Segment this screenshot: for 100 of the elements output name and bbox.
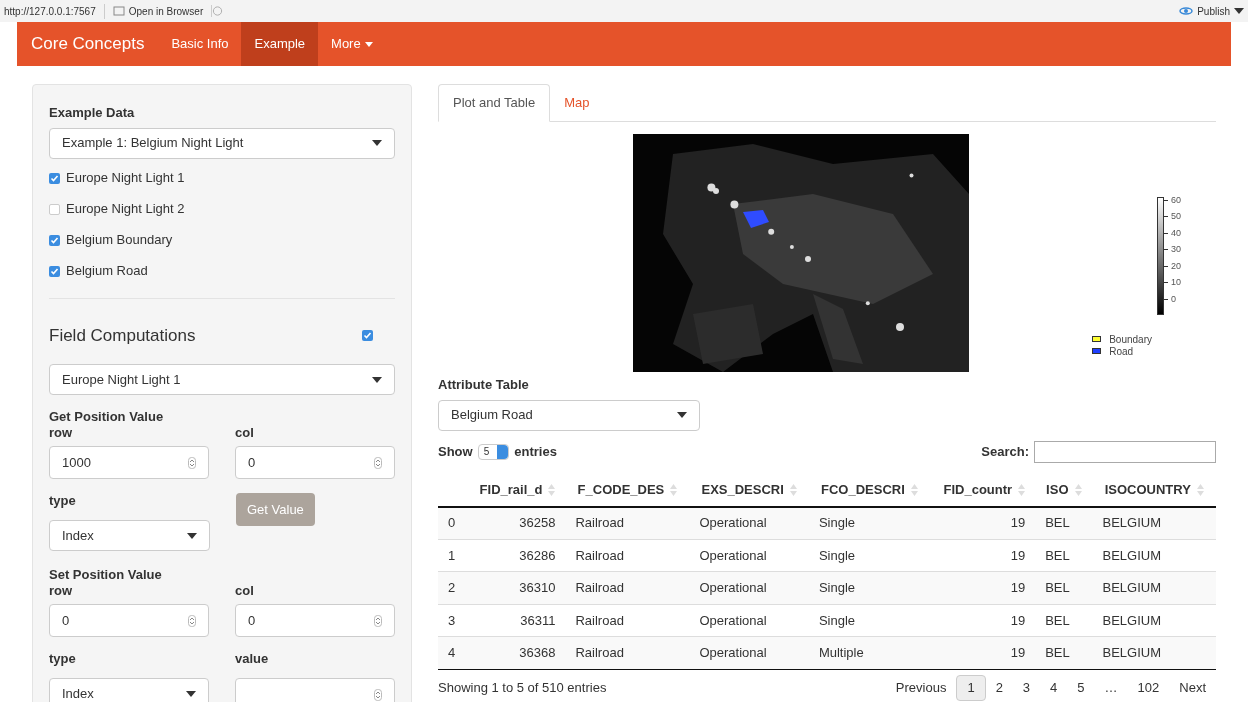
table-row[interactable]: 0 36258 Railroad Operational Single 19 BEL BELGIUM [438,506,1216,539]
table-cell: 0 [438,506,467,539]
publish-icon [1179,6,1194,16]
table-cell: Single [808,539,930,572]
checkbox[interactable] [49,172,60,184]
table-cell: 2 [438,571,467,604]
table-row[interactable]: 4 36368 Railroad Operational Multiple 19 BEL BELGIUM [438,636,1216,669]
caret-icon [1234,8,1244,14]
table-cell: BEL [1035,571,1093,604]
column-header[interactable]: F_CODE_DES [565,474,690,507]
spinner-icon [188,456,196,469]
sort-icon [789,484,797,496]
sort-icon [548,484,556,496]
layer-select[interactable]: Europe Night Light 1 [49,364,395,395]
legend-label: Road [1109,345,1134,359]
column-header[interactable]: FCO_DESCRI [808,474,930,507]
page-button[interactable]: Previous [885,675,957,701]
column-header[interactable]: FID_rail_d [466,474,566,507]
column-header[interactable]: FID_countr [929,474,1036,507]
sort-icon [1196,484,1204,496]
table-cell: Operational [689,539,809,572]
table-cell: BEL [1035,636,1093,669]
number-field[interactable]: 0 [235,446,395,479]
brand-title[interactable]: Core Concepts [17,22,159,66]
caret-icon [677,412,687,418]
url-text: http://127.0.0.1:7567 [4,4,96,19]
spinner-icon [188,614,196,627]
checkbox-label: Europe Night Light 2 [66,200,185,219]
table-cell: 36311 [466,604,566,637]
scale-tick-label: 60 [1171,193,1181,207]
table-cell: 19 [929,506,1036,539]
publish-button[interactable]: Publish [1179,3,1244,19]
search-field[interactable] [1034,440,1216,463]
table-cell: Multiple [808,636,930,669]
number-field[interactable] [235,678,395,702]
page-button[interactable]: … [1094,675,1128,701]
nav-tab[interactable]: Example [241,22,319,66]
entries-label: entries [514,442,557,461]
section-title: Example Data [49,104,136,122]
page-button[interactable]: 4 [1040,675,1068,701]
spinner-icon [374,456,382,469]
table-row[interactable]: 1 36286 Railroad Operational Single 19 BEL BELGIUM [438,539,1216,572]
column-header[interactable]: ISOCOUNTRY [1092,474,1216,507]
table-cell: 4 [438,636,467,669]
field-label: type [49,651,77,667]
table-cell: Railroad [565,506,690,539]
checkbox[interactable] [49,203,60,215]
checkbox[interactable] [362,329,373,341]
caret-icon [372,140,382,146]
field-label: row [49,583,74,599]
number-field[interactable]: 0 [49,604,209,637]
sort-icon [1018,484,1026,496]
table-cell: BELGIUM [1092,571,1216,604]
table-row[interactable]: 2 36310 Railroad Operational Single 19 BEL BELGIUM [438,571,1216,604]
page-button[interactable]: Next [1169,675,1216,701]
nav-tab[interactable]: Basic Info [158,22,242,66]
scale-tick-label: 30 [1171,243,1181,256]
checkbox[interactable] [49,234,60,246]
table-cell: 36286 [466,539,566,572]
layer-select[interactable]: Belgium Road [438,399,700,431]
table-row[interactable]: 3 36311 Railroad Operational Single 19 BEL BELGIUM [438,604,1216,637]
section-title: Field Computations [49,324,196,347]
show-label: Show [438,442,473,461]
checkbox[interactable] [49,265,60,277]
tab[interactable]: Plot and Table [438,84,551,122]
open-in-browser-button[interactable]: Open in Browser [103,3,204,19]
page-button[interactable]: 102 [1127,675,1170,701]
table-cell: Railroad [565,604,690,637]
page-button[interactable]: 5 [1067,675,1095,701]
sort-icon [670,484,678,496]
page-button[interactable]: 1 [956,675,986,701]
spinner-icon [374,614,382,627]
table-cell: Single [808,506,930,539]
table-cell: 1 [438,539,467,572]
type-select[interactable]: Index [49,678,209,702]
page-size-select[interactable]: 5 [477,443,510,460]
type-select[interactable]: Index [49,520,210,551]
number-field[interactable]: 1000 [49,446,209,479]
example-select[interactable]: Example 1: Belgium Night Light [49,127,395,159]
table-cell: Railroad [565,636,690,669]
scale-tick-label: 20 [1171,259,1181,273]
caret-icon [187,532,197,539]
checkbox-label: Belgium Boundary [66,231,173,250]
scale-tick-label: 40 [1171,226,1181,240]
search-label: Search: [981,442,1029,461]
table-cell: 36258 [466,506,566,539]
table-cell: BELGIUM [1092,539,1216,572]
legend-label: Boundary [1109,332,1152,347]
refresh-icon[interactable] [211,5,224,17]
nav-tab[interactable]: More [318,22,386,66]
sort-icon [1074,484,1082,496]
page-button[interactable]: 3 [1012,675,1041,701]
number-field[interactable]: 0 [235,604,395,637]
page-button[interactable]: 2 [985,675,1013,701]
column-header[interactable]: EXS_DESCRI [689,474,809,507]
table-cell: Railroad [565,539,690,572]
section-title: Set Position Value [49,567,163,583]
tab[interactable]: Map [550,84,604,121]
column-header[interactable]: ISO [1035,474,1093,507]
table-cell: BELGIUM [1092,604,1216,637]
